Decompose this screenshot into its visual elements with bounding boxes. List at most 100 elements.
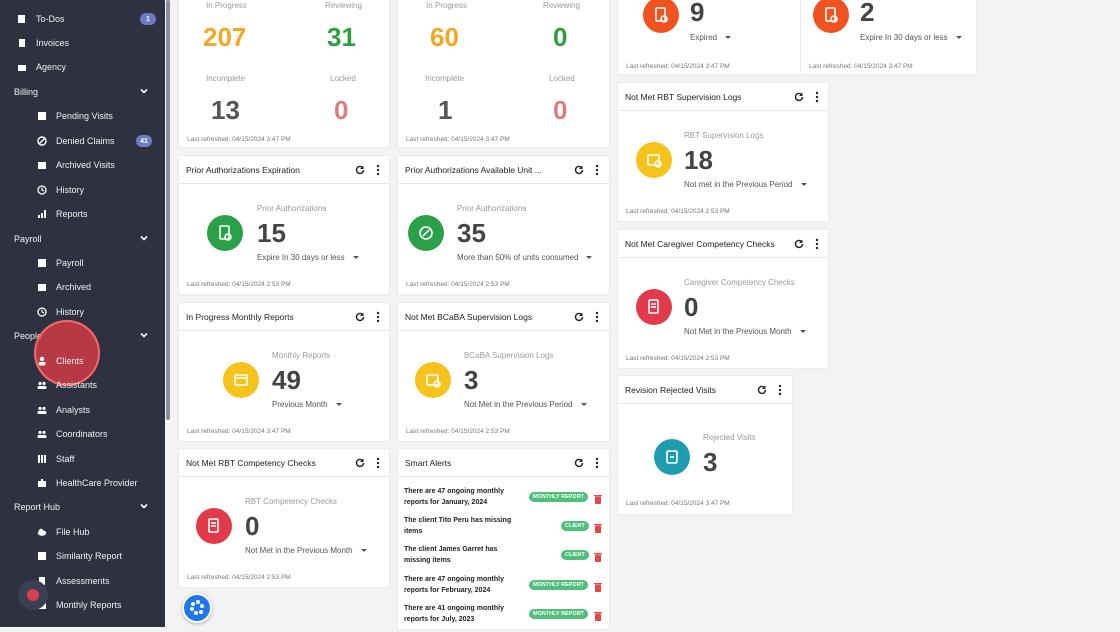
- expire-30-dropdown[interactable]: Expire In 30 days or less: [860, 33, 962, 42]
- metric-value: 0: [684, 292, 699, 322]
- metric-value: 0: [245, 511, 260, 541]
- more-vertical-icon[interactable]: [591, 164, 603, 176]
- trash-icon[interactable]: [594, 579, 602, 592]
- sidebar-item-label: Similarity Report: [56, 551, 123, 561]
- sidebar-item-coordinators[interactable]: Coordinators: [36, 424, 165, 444]
- trash-icon[interactable]: [594, 491, 602, 504]
- refresh-icon[interactable]: [354, 311, 366, 323]
- sidebar-item-billing-history[interactable]: History: [36, 180, 165, 200]
- period-dropdown[interactable]: Not met in the Previous Period: [684, 180, 807, 189]
- expired-dropdown[interactable]: Expired: [690, 33, 732, 42]
- period-dropdown[interactable]: More than 50% of units consumed: [457, 253, 593, 262]
- refresh-icon[interactable]: [756, 384, 768, 396]
- sidebar-item-payroll[interactable]: Payroll: [36, 253, 165, 273]
- trash-icon[interactable]: [594, 520, 602, 533]
- sidebar-item-monthly-reports[interactable]: Monthly Reports: [36, 595, 165, 615]
- sidebar-item-label: Monthly Reports: [56, 600, 122, 610]
- sidebar-item-pending-visits[interactable]: Pending Visits: [36, 106, 165, 126]
- sidebar-item-label: HealthCare Provider: [56, 478, 138, 488]
- more-vertical-icon[interactable]: [591, 311, 603, 323]
- sidebar-item-archived[interactable]: Archived: [36, 277, 165, 297]
- alert-text: There are 41 ongoing monthly reports for…: [404, 605, 504, 623]
- list-item[interactable]: The client James Garret has missing item…: [404, 545, 609, 573]
- trash-icon[interactable]: [594, 549, 602, 562]
- section-payroll[interactable]: Payroll: [14, 229, 165, 249]
- theme-palette-button[interactable]: [182, 593, 212, 623]
- refresh-icon[interactable]: [354, 457, 366, 469]
- sidebar-item-clients[interactable]: Clients: [36, 351, 165, 371]
- sidebar-item-label: Reports: [56, 209, 88, 219]
- section-title: Billing: [14, 87, 39, 97]
- refresh-icon[interactable]: [793, 91, 805, 103]
- alert-text: There are 47 ongoing monthly reports for…: [404, 488, 504, 506]
- refresh-icon[interactable]: [793, 238, 805, 250]
- section-title: Payroll: [14, 234, 42, 244]
- more-vertical-icon[interactable]: [774, 384, 786, 396]
- metric-label: Monthly Reports: [272, 351, 331, 360]
- more-vertical-icon[interactable]: [811, 91, 823, 103]
- sidebar-item-file-hub[interactable]: File Hub: [36, 522, 165, 542]
- more-vertical-icon[interactable]: [591, 457, 603, 469]
- sidebar-item-label: History: [56, 185, 85, 195]
- calendar-clock-icon: [415, 362, 451, 398]
- sidebar-item-payroll-history[interactable]: History: [36, 302, 165, 322]
- list-item[interactable]: There are 41 ongoing monthly reports for…: [404, 604, 609, 632]
- last-refreshed: Last refreshed: 04/15/2024 2:53 PM: [406, 281, 510, 288]
- percent-cycle-icon: [408, 215, 444, 251]
- metric-label: Prior Authorizations: [257, 204, 327, 213]
- more-vertical-icon[interactable]: [372, 457, 384, 469]
- list-item[interactable]: There are 47 ongoing monthly reports for…: [404, 575, 609, 603]
- refresh-icon[interactable]: [573, 457, 585, 469]
- more-vertical-icon[interactable]: [811, 238, 823, 250]
- sidebar-item-healthcare-provider[interactable]: HealthCare Provider: [36, 473, 165, 493]
- section-report-hub[interactable]: Report Hub: [14, 497, 165, 517]
- last-refreshed: Last refreshed: 04/15/2024 3:47 PM: [626, 63, 730, 70]
- alert-tag: CLIENT: [561, 521, 589, 531]
- sidebar-item-similarity-report[interactable]: Similarity Report: [36, 546, 165, 566]
- list-item[interactable]: There are 47 ongoing monthly reports for…: [404, 487, 609, 515]
- period-dropdown[interactable]: Previous Month: [272, 400, 342, 409]
- period-dropdown[interactable]: Expire In 30 days or less: [257, 253, 359, 262]
- sidebar-item-denied-claims[interactable]: Denied Claims 41: [36, 131, 165, 151]
- period-dropdown[interactable]: Not Met in the Previous Month: [245, 546, 367, 555]
- metric-value: 3: [703, 447, 718, 477]
- caret-down-icon: [955, 36, 962, 39]
- sidebar-item-analysts[interactable]: Analysts: [36, 400, 165, 420]
- incomplete-value: 13: [211, 95, 240, 125]
- sidebar-item-label: Archived: [56, 282, 92, 292]
- sidebar-item-assistants[interactable]: Assistants: [36, 375, 165, 395]
- more-vertical-icon[interactable]: [372, 311, 384, 323]
- metric-value: 49: [272, 365, 301, 395]
- sidebar-item-assessments[interactable]: Assessments: [36, 571, 165, 591]
- alert-text: The client Tito Peru has missing items: [404, 517, 512, 535]
- refresh-icon[interactable]: [573, 164, 585, 176]
- period-dropdown[interactable]: Not Met in the Previous Period: [464, 400, 587, 409]
- section-billing[interactable]: Billing: [14, 82, 165, 102]
- alert-text: The client James Garret has missing item…: [404, 546, 498, 564]
- card-title: Not Met RBT Competency Checks: [186, 457, 316, 468]
- card-title: In Progress Monthly Reports: [186, 311, 294, 322]
- sidebar-scrollbar[interactable]: [166, 0, 170, 420]
- card-title: Prior Authorizations Expiration: [186, 164, 300, 175]
- refresh-icon[interactable]: [354, 164, 366, 176]
- card-header: Not Met Caregiver Competency Checks: [618, 230, 828, 258]
- list-item[interactable]: The client Tito Peru has missing items C…: [404, 516, 609, 544]
- reviewing-label: Reviewing: [325, 1, 362, 10]
- sidebar-item-staff[interactable]: Staff: [36, 449, 165, 469]
- payroll-icon: [36, 257, 48, 269]
- more-vertical-icon[interactable]: [372, 164, 384, 176]
- trash-icon[interactable]: [594, 608, 602, 621]
- sidebar-item-agency[interactable]: Agency: [16, 57, 165, 77]
- sidebar-item-invoices[interactable]: Invoices: [16, 33, 165, 53]
- caret-down-icon: [799, 330, 806, 333]
- refresh-icon[interactable]: [573, 311, 585, 323]
- record-button[interactable]: [18, 580, 48, 610]
- pending-icon: [36, 110, 48, 122]
- last-refreshed: Last refreshed: 04/15/2024 2:53 PM: [187, 281, 291, 288]
- sidebar-item-todos[interactable]: To-Dos 1: [16, 9, 165, 29]
- period-dropdown[interactable]: Not Met in the Previous Month: [684, 327, 806, 336]
- dropdown-label: Expired: [690, 33, 718, 42]
- sidebar-item-archived-visits[interactable]: Archived Visits: [36, 155, 165, 175]
- chevron-down-icon: [140, 502, 148, 510]
- sidebar-item-reports[interactable]: Reports: [36, 204, 165, 224]
